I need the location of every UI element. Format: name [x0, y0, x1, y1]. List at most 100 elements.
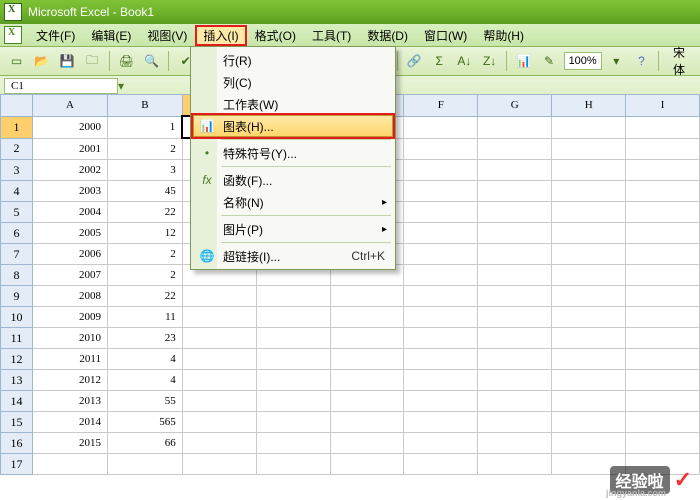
cell[interactable]: 2015 [32, 433, 107, 454]
cell[interactable] [330, 307, 404, 328]
cell[interactable] [478, 286, 552, 307]
cell[interactable]: 2000 [32, 116, 107, 138]
cell[interactable] [256, 391, 330, 412]
cell[interactable]: 2002 [32, 160, 107, 181]
cell[interactable] [552, 349, 626, 370]
cell[interactable] [626, 181, 700, 202]
row-header[interactable]: 9 [1, 286, 33, 307]
cell[interactable] [626, 370, 700, 391]
help-button[interactable]: ? [630, 49, 653, 73]
cell[interactable] [330, 328, 404, 349]
cell[interactable] [478, 307, 552, 328]
row-header[interactable]: 14 [1, 391, 33, 412]
cell[interactable] [552, 286, 626, 307]
cell[interactable]: 1 [108, 116, 183, 138]
select-all-corner[interactable] [1, 95, 33, 117]
open-button[interactable]: 📂 [30, 49, 53, 73]
cell[interactable] [404, 202, 478, 223]
cell[interactable] [182, 433, 256, 454]
cell[interactable] [256, 349, 330, 370]
cell[interactable]: 12 [108, 223, 183, 244]
cell[interactable] [182, 286, 256, 307]
cell[interactable]: 2 [108, 138, 183, 160]
cell[interactable] [552, 202, 626, 223]
cell[interactable] [404, 138, 478, 160]
row-header[interactable]: 4 [1, 181, 33, 202]
cell[interactable] [552, 244, 626, 265]
cell[interactable]: 4 [108, 370, 183, 391]
cell[interactable]: 23 [108, 328, 183, 349]
menu-item-name[interactable]: 名称(N) ▸ [193, 191, 393, 213]
drawing-button[interactable]: ✎ [537, 49, 560, 73]
cell[interactable] [478, 391, 552, 412]
cell[interactable]: 2 [108, 265, 183, 286]
cell[interactable] [404, 160, 478, 181]
cell[interactable] [626, 265, 700, 286]
cell[interactable] [256, 454, 330, 475]
cell[interactable] [256, 433, 330, 454]
row-header[interactable]: 2 [1, 138, 33, 160]
menu-item-picture[interactable]: 图片(P) ▸ [193, 218, 393, 240]
cell[interactable]: 2012 [32, 370, 107, 391]
cell[interactable] [256, 328, 330, 349]
row-header[interactable]: 16 [1, 433, 33, 454]
cell[interactable] [552, 433, 626, 454]
row-header[interactable]: 17 [1, 454, 33, 475]
menu-item-function[interactable]: fx 函数(F)... [193, 169, 393, 191]
cell[interactable]: 2004 [32, 202, 107, 223]
cell[interactable]: 55 [108, 391, 183, 412]
cell[interactable] [478, 412, 552, 433]
menu-data[interactable]: 数据(D) [359, 25, 416, 46]
cell[interactable] [182, 454, 256, 475]
column-header-I[interactable]: I [626, 95, 700, 117]
cell[interactable] [330, 349, 404, 370]
cell[interactable] [552, 116, 626, 138]
cell[interactable] [478, 265, 552, 286]
row-header[interactable]: 11 [1, 328, 33, 349]
menu-item-hyperlink[interactable]: 🌐 超链接(I)... Ctrl+K [193, 245, 393, 267]
cell[interactable] [626, 138, 700, 160]
cell[interactable]: 2005 [32, 223, 107, 244]
cell[interactable]: 2 [108, 244, 183, 265]
cell[interactable] [478, 223, 552, 244]
cell[interactable] [330, 454, 404, 475]
cell[interactable] [404, 328, 478, 349]
cell[interactable] [552, 138, 626, 160]
cell[interactable] [256, 307, 330, 328]
autosum-button[interactable]: Σ [428, 49, 451, 73]
cell[interactable] [404, 244, 478, 265]
cell[interactable]: 2009 [32, 307, 107, 328]
menu-window[interactable]: 窗口(W) [416, 25, 475, 46]
cell[interactable]: 2001 [32, 138, 107, 160]
cell[interactable] [182, 349, 256, 370]
row-header[interactable]: 8 [1, 265, 33, 286]
cell[interactable] [404, 223, 478, 244]
cell[interactable] [404, 391, 478, 412]
cell[interactable] [404, 181, 478, 202]
menu-view[interactable]: 视图(V) [139, 25, 195, 46]
zoom-level[interactable]: 100% [564, 52, 602, 70]
row-header[interactable]: 3 [1, 160, 33, 181]
column-header-F[interactable]: F [404, 95, 478, 117]
row-header[interactable]: 10 [1, 307, 33, 328]
cell[interactable] [478, 454, 552, 475]
permission-button[interactable]: 🗀 [81, 49, 104, 73]
cell[interactable]: 66 [108, 433, 183, 454]
excel-small-icon[interactable] [4, 26, 22, 44]
cell[interactable] [626, 433, 700, 454]
chart-wizard-button[interactable]: 📊 [512, 49, 535, 73]
cell[interactable]: 2013 [32, 391, 107, 412]
cell[interactable] [552, 265, 626, 286]
cell[interactable] [404, 286, 478, 307]
cell[interactable] [626, 286, 700, 307]
menu-help[interactable]: 帮助(H) [475, 25, 532, 46]
cell[interactable] [182, 328, 256, 349]
menu-item-worksheet[interactable]: 工作表(W) [193, 93, 393, 115]
cell[interactable]: 2007 [32, 265, 107, 286]
cell[interactable] [404, 265, 478, 286]
cell[interactable] [404, 349, 478, 370]
cell[interactable] [256, 370, 330, 391]
cell[interactable] [626, 202, 700, 223]
menu-edit[interactable]: 编辑(E) [83, 25, 139, 46]
cell[interactable]: 22 [108, 202, 183, 223]
